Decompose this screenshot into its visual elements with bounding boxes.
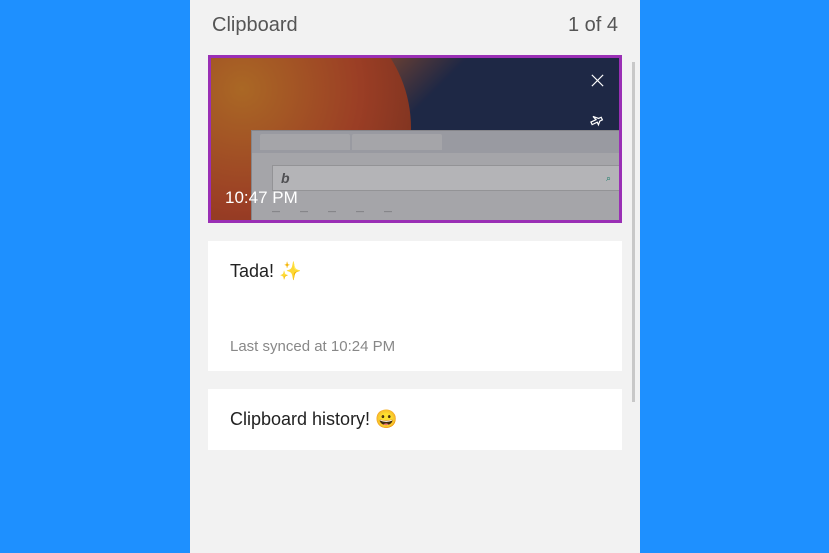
delete-clip-button[interactable]: [581, 64, 613, 96]
panel-title: Clipboard: [212, 14, 298, 37]
clip-text-content: Clipboard history! 😀: [230, 409, 600, 430]
clip-text-content: Tada! ✨: [230, 261, 600, 282]
panel-header: Clipboard 1 of 4: [190, 0, 640, 47]
clip-sync-status: Last synced at 10:24 PM: [230, 338, 600, 355]
close-icon: [590, 73, 605, 88]
pin-icon: [589, 112, 605, 128]
clip-list: b ⌕ ————— 10:47 PM: [190, 47, 640, 553]
clipboard-panel: Clipboard 1 of 4 b ⌕: [190, 0, 640, 553]
pin-clip-button[interactable]: [581, 104, 613, 136]
clipboard-item-text[interactable]: Clipboard history! 😀: [208, 389, 622, 450]
clip-timestamp: 10:47 PM: [225, 188, 298, 208]
clipboard-item-image[interactable]: b ⌕ ————— 10:47 PM: [208, 55, 622, 223]
clipboard-item-text[interactable]: Tada! ✨ Last synced at 10:24 PM: [208, 241, 622, 371]
scrollbar[interactable]: [632, 62, 635, 402]
panel-counter: 1 of 4: [568, 14, 618, 37]
